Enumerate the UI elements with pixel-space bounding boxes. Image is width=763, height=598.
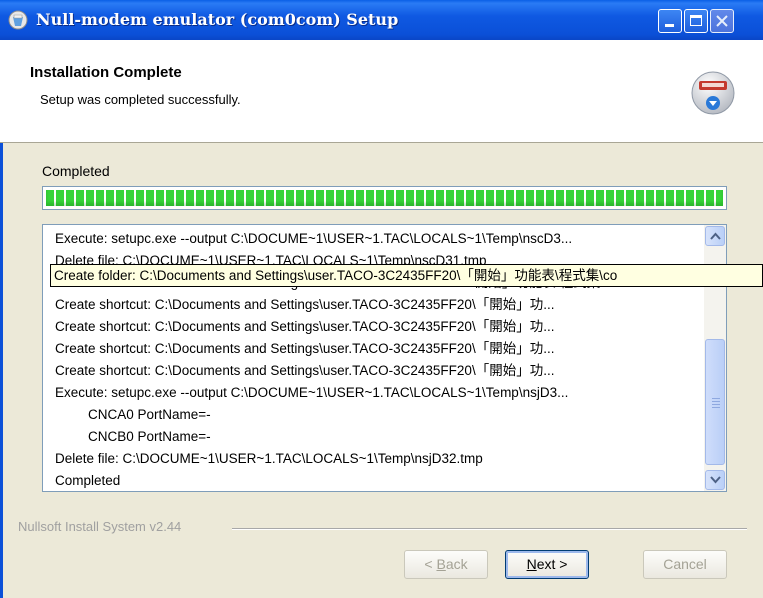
page-title: Installation Complete <box>30 64 182 81</box>
log-line: Create shortcut: C:\Documents and Settin… <box>55 363 555 378</box>
cancel-button[interactable]: Cancel <box>643 550 727 579</box>
installer-disk-icon <box>691 71 735 115</box>
nsis-branding: Nullsoft Install System v2.44 <box>18 519 182 534</box>
log-line: CNCB0 PortName=- <box>88 429 211 444</box>
progress-fill <box>46 190 723 206</box>
log-line: Completed <box>55 473 121 488</box>
page-subtitle: Setup was completed successfully. <box>40 92 241 107</box>
minimize-icon <box>665 24 674 27</box>
setup-window: Null-modem emulator (com0com) Setup Inst… <box>0 0 763 598</box>
back-button[interactable]: < Back <box>404 550 488 579</box>
log-line: Execute: setupc.exe --output C:\DOCUME~1… <box>55 385 569 400</box>
maximize-icon <box>690 15 702 26</box>
close-button[interactable] <box>710 9 734 33</box>
installer-app-icon <box>8 10 28 30</box>
next-button[interactable]: Next > <box>505 550 589 579</box>
log-tooltip: Create folder: C:\Documents and Settings… <box>50 264 763 287</box>
chevron-down-icon <box>710 476 721 484</box>
footer-divider <box>232 528 747 530</box>
maximize-button[interactable] <box>684 9 708 33</box>
log-line: Create shortcut: C:\Documents and Settin… <box>55 319 555 334</box>
scroll-down-button[interactable] <box>705 470 725 490</box>
close-icon <box>716 15 728 27</box>
status-label: Completed <box>42 163 110 179</box>
log-line: Create shortcut: C:\Documents and Settin… <box>55 297 555 312</box>
window-title: Null-modem emulator (com0com) Setup <box>36 10 399 29</box>
minimize-button[interactable] <box>658 9 682 33</box>
log-line: Execute: setupc.exe --output C:\DOCUME~1… <box>55 231 573 246</box>
scroll-thumb[interactable] <box>705 339 725 465</box>
log-line: Create shortcut: C:\Documents and Settin… <box>55 341 555 356</box>
log-line: CNCA0 PortName=- <box>88 407 211 422</box>
scroll-up-button[interactable] <box>705 226 725 246</box>
progress-bar <box>42 186 727 210</box>
title-bar[interactable]: Null-modem emulator (com0com) Setup <box>0 0 763 40</box>
chevron-up-icon <box>710 232 721 240</box>
log-line: Delete file: C:\DOCUME~1\USER~1.TAC\LOCA… <box>55 451 483 466</box>
